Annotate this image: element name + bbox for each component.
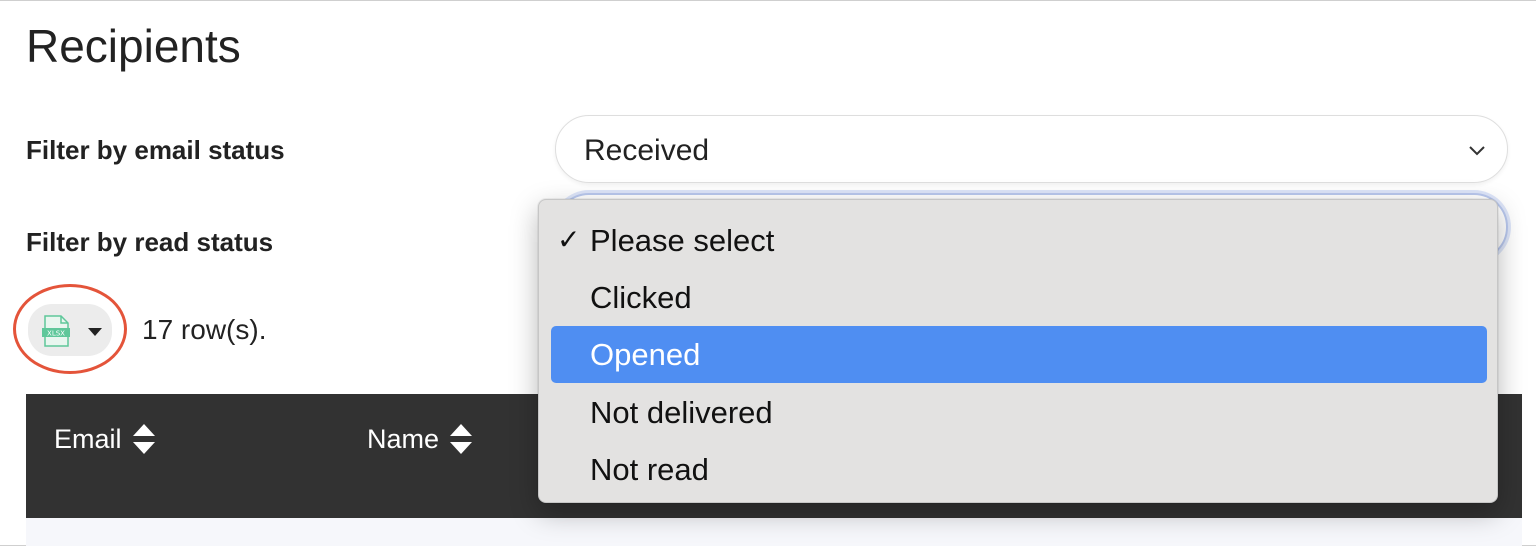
dropdown-option-clicked[interactable]: Clicked [551, 269, 1487, 326]
email-status-selected-value: Received [584, 134, 710, 167]
column-label-name: Name [367, 423, 440, 454]
dropdown-option-please-select[interactable]: ✓ Please select [551, 212, 1487, 269]
column-header-name[interactable]: Name [367, 422, 473, 456]
row-count: 17 row(s). [142, 314, 267, 345]
dropdown-option-label: Not read [590, 452, 709, 487]
dropdown-option-not-delivered[interactable]: Not delivered [551, 384, 1487, 441]
sort-icon [132, 424, 155, 454]
dropdown-option-not-read[interactable]: Not read [551, 441, 1487, 498]
dropdown-option-label: Clicked [590, 280, 692, 315]
column-header-email[interactable]: Email [54, 422, 156, 456]
xlsx-file-icon: XLSX [42, 315, 70, 347]
sort-icon [450, 424, 473, 454]
chevron-down-icon [1469, 146, 1485, 156]
export-xlsx-button[interactable]: XLSX [28, 304, 112, 356]
caret-down-icon [88, 328, 102, 336]
column-label-email: Email [54, 423, 122, 454]
dropdown-option-opened[interactable]: Opened [551, 326, 1487, 383]
read-status-dropdown-menu: ✓ Please select Clicked Opened Not deliv… [538, 199, 1498, 503]
xlsx-icon-text: XLSX [47, 330, 65, 338]
table-body-top [26, 518, 1522, 546]
export-button-highlight-circle: XLSX [13, 284, 127, 374]
email-status-select[interactable]: Received [555, 115, 1508, 183]
email-status-filter-label: Filter by email status [26, 135, 285, 165]
checkmark-icon: ✓ [557, 224, 581, 255]
page-title: Recipients [26, 20, 241, 72]
dropdown-option-label: Not delivered [590, 395, 773, 430]
dropdown-option-label: Opened [590, 337, 701, 372]
read-status-filter-label: Filter by read status [26, 227, 274, 257]
recipients-page: Recipients Filter by email status Receiv… [0, 0, 1536, 546]
dropdown-option-label: Please select [590, 223, 775, 258]
